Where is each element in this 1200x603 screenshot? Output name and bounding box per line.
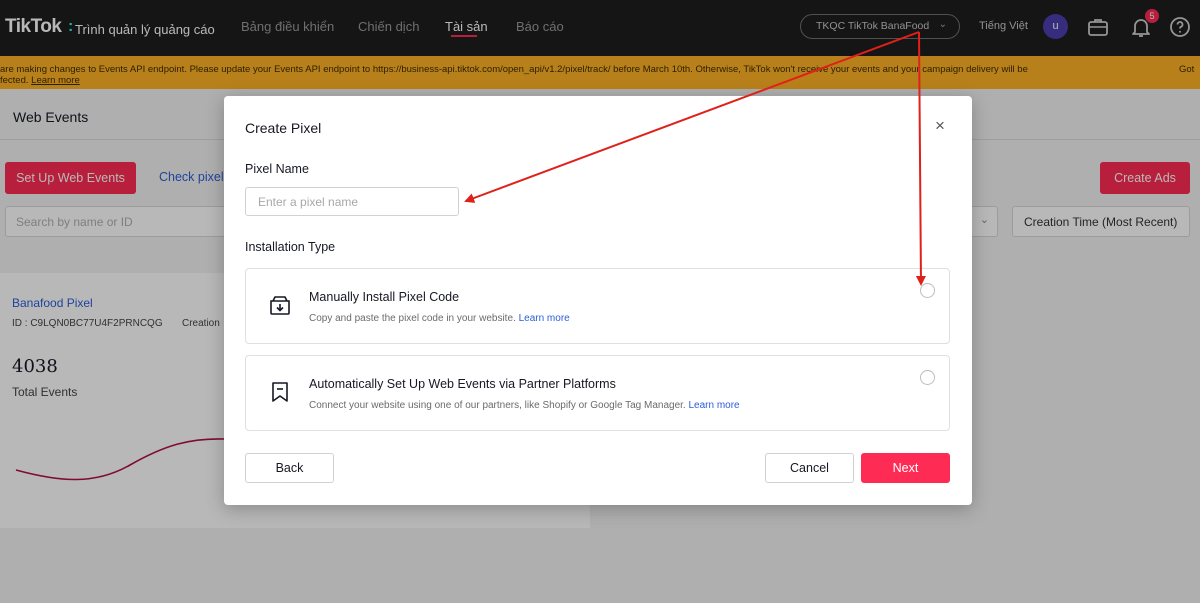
next-button[interactable]: Next [861, 453, 950, 483]
installation-type-label: Installation Type [245, 240, 336, 254]
download-box-icon [270, 296, 290, 315]
close-icon[interactable]: × [932, 117, 948, 134]
back-button[interactable]: Back [245, 453, 334, 483]
option-partner-radio[interactable] [920, 370, 935, 385]
option-partner-platforms[interactable]: Automatically Set Up Web Events via Part… [245, 355, 950, 431]
option-partner-title: Automatically Set Up Web Events via Part… [309, 377, 616, 391]
modal-title: Create Pixel [245, 120, 322, 136]
option-manual-desc-text: Copy and paste the pixel code in your we… [309, 313, 519, 324]
cancel-button[interactable]: Cancel [765, 453, 854, 483]
option-manual-desc: Copy and paste the pixel code in your we… [309, 313, 570, 324]
option-manual-title: Manually Install Pixel Code [309, 290, 460, 304]
option-partner-desc: Connect your website using one of our pa… [309, 400, 740, 411]
pixel-name-input[interactable] [245, 187, 459, 216]
pixel-name-label: Pixel Name [245, 162, 309, 176]
bookmark-icon [272, 382, 288, 402]
option-manual-learn-more[interactable]: Learn more [519, 313, 570, 324]
create-pixel-modal: Create Pixel × Pixel Name Installation T… [224, 96, 972, 505]
option-partner-learn-more[interactable]: Learn more [688, 400, 739, 411]
option-manual-radio[interactable] [920, 283, 935, 298]
option-manual-install[interactable]: Manually Install Pixel Code Copy and pas… [245, 268, 950, 344]
option-partner-desc-text: Connect your website using one of our pa… [309, 400, 689, 411]
